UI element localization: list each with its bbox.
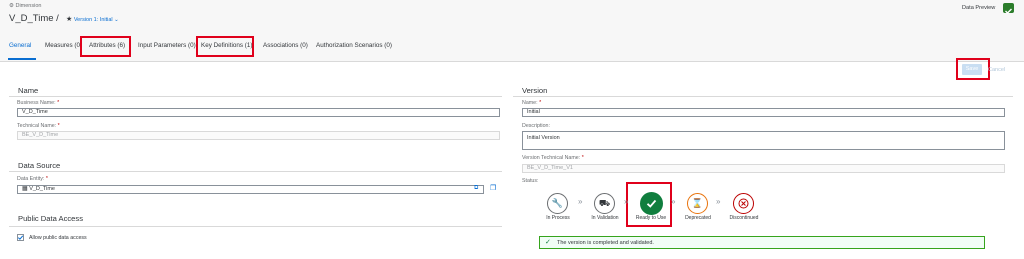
data-entity-input[interactable]: ▦ V_D_Time	[17, 185, 484, 194]
version-section-title: Version	[522, 86, 548, 95]
active-tab-indicator	[8, 58, 36, 60]
title-separator: /	[56, 13, 59, 24]
x-icon	[738, 198, 749, 209]
public-access-section-title: Public Data Access	[18, 214, 83, 223]
shield-icon: ⛟	[598, 197, 611, 208]
status-step-label: In Process	[546, 215, 570, 221]
section-divider	[9, 96, 502, 97]
description-textarea[interactable]: Initial Version	[522, 131, 1005, 150]
wrench-icon: 🔧	[551, 198, 564, 208]
section-divider	[513, 96, 1013, 97]
star-icon: ★	[66, 16, 73, 23]
status-step-label: Discontinued	[729, 215, 759, 221]
technical-name-input: BE_V_D_Time	[17, 131, 500, 140]
data-source-section-title: Data Source	[18, 161, 61, 170]
success-message-text: The version is completed and validated.	[557, 240, 654, 246]
status-step-label: In Validation	[591, 215, 619, 221]
section-divider	[9, 226, 502, 227]
success-message-strip: ✓ The version is completed and validated…	[539, 236, 985, 249]
chevron-right-icon: »	[716, 197, 721, 206]
page-header: ⚙ Dimension V_D_Time / ★ Version 1: Init…	[0, 0, 1024, 33]
technical-name-label: Technical Name: *	[17, 123, 60, 129]
version-technical-name-input: BE_V_D_Time_V1	[522, 164, 1005, 173]
annotation-box-attributes	[80, 36, 131, 57]
table-icon: ▦	[22, 186, 28, 192]
version-name-label: Name: *	[522, 100, 542, 106]
status-step-label: Deprecated	[685, 215, 711, 221]
checkmark-icon: ✓	[545, 239, 551, 246]
public-access-checkbox[interactable]	[17, 234, 24, 241]
cancel-button[interactable]: Cancel	[988, 67, 1005, 73]
data-preview-link[interactable]: Data Preview	[962, 5, 995, 11]
version-name-input[interactable]: Initial	[522, 108, 1005, 117]
tab-associations[interactable]: Associations (0)	[263, 42, 308, 49]
status-step-deprecated[interactable]: ⌛	[687, 193, 708, 214]
section-divider	[9, 171, 502, 172]
hourglass-icon: ⌛	[691, 198, 704, 208]
public-access-label: Allow public data access	[29, 235, 87, 241]
business-name-input[interactable]: V_D_Time	[17, 108, 500, 117]
name-section-title: Name	[18, 86, 39, 95]
checkmark-icon	[646, 199, 657, 208]
tab-bar: General Measures (0) Attributes (6) Inpu…	[0, 33, 1024, 62]
breadcrumb[interactable]: ⚙ Dimension	[9, 3, 41, 9]
version-technical-name-label: Version Technical Name: *	[522, 155, 584, 161]
page-title: V_D_Time /	[9, 13, 59, 24]
status-step-ready-to-use[interactable]	[640, 192, 663, 215]
tab-general[interactable]: General	[9, 42, 31, 49]
description-label: Description:	[522, 123, 550, 129]
save-button[interactable]: Save	[962, 64, 982, 75]
open-external-icon[interactable]: ⧉	[474, 185, 478, 192]
status-label: Status:	[522, 178, 539, 184]
status-step-label: Ready to Use	[635, 215, 667, 221]
data-entity-value: V_D_Time	[29, 186, 55, 192]
version-selector[interactable]: ★ Version 1: Initial ⌄	[66, 15, 119, 23]
data-entity-label: Data Entity: *	[17, 176, 48, 182]
copy-icon[interactable]: ❐	[490, 184, 496, 192]
page-title-text: V_D_Time	[9, 13, 54, 24]
status-step-in-validation[interactable]: ⛟	[594, 193, 615, 214]
data-preview-icon[interactable]	[1003, 3, 1014, 14]
status-step-in-process[interactable]: 🔧	[547, 193, 568, 214]
breadcrumb-label: Dimension	[15, 3, 42, 9]
tab-input-parameters[interactable]: Input Parameters (0)	[138, 42, 196, 49]
status-step-discontinued[interactable]	[733, 193, 754, 214]
chevron-right-icon: »	[578, 197, 583, 206]
chevron-down-icon: ⌄	[114, 17, 119, 23]
version-label: Version 1: Initial	[73, 17, 113, 23]
chevron-right-icon: »	[671, 197, 676, 206]
annotation-box-key-definitions	[196, 36, 254, 57]
dimension-icon: ⚙	[9, 3, 14, 9]
business-name-label: Business Name: *	[17, 100, 60, 106]
chevron-right-icon: »	[624, 197, 629, 206]
tab-authorization-scenarios[interactable]: Authorization Scenarios (0)	[316, 42, 392, 49]
tab-measures[interactable]: Measures (0)	[45, 42, 82, 49]
